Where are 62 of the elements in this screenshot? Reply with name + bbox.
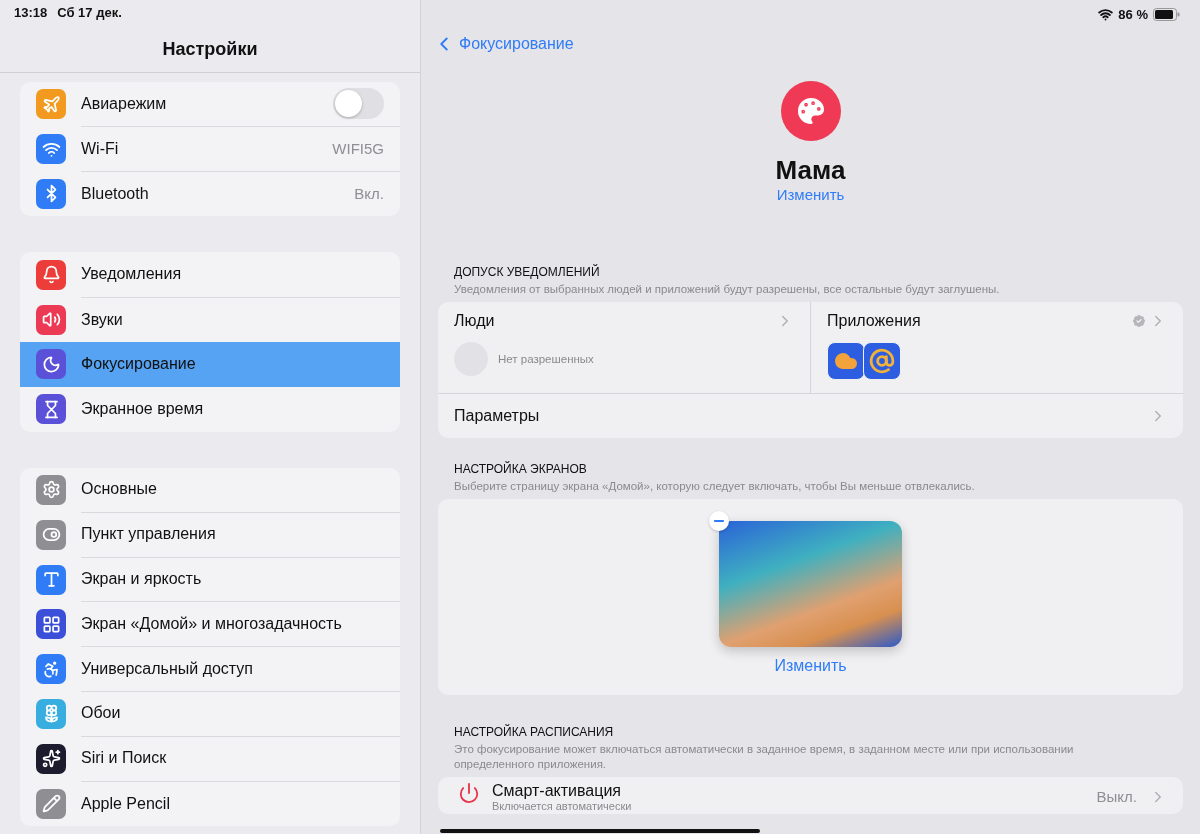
sidebar-item[interactable]: Wi-Fi WIFI5G (20, 126, 400, 172)
sidebar-title: Настройки (161, 39, 259, 60)
row-title: Смарт-активация (492, 782, 622, 800)
sidebar-item[interactable]: Экран «Домой» и многозадачность (20, 601, 400, 647)
people-empty: Нет разрешенных (498, 353, 594, 365)
remove-icon[interactable] (709, 511, 729, 531)
item-label: Экран и яркость (81, 570, 202, 589)
item-label: Wi-Fi (81, 139, 119, 158)
section-header: НАСТРОЙКА ЭКРАНОВ (453, 462, 588, 476)
options-row[interactable]: Параметры (438, 394, 1183, 438)
item-label: Siri и Поиск (81, 749, 167, 768)
sidebar-item[interactable]: Siri и Поиск (20, 736, 400, 782)
badge-check-icon (1131, 313, 1147, 329)
sidebar-item[interactable]: Авиарежим (20, 82, 400, 127)
focus-name: Мама (775, 155, 846, 186)
item-label: Пункт управления (81, 525, 216, 544)
sidebar-item[interactable]: Основные (20, 467, 400, 513)
battery-icon (1153, 7, 1180, 21)
section-description: Это фокусирование может включаться автоматически в заданное время, в заданном месте или при использовании определенного приложения. (453, 742, 1075, 772)
section-description: Выберите страницу экрана «Домой», которую следует включать, чтобы Вы меньше отвлекались. (453, 479, 976, 494)
sidebar-item[interactable]: Уведомления (20, 252, 400, 298)
sidebar-item[interactable]: Фокусирование (20, 342, 400, 387)
home-screen-preview[interactable] (719, 521, 902, 647)
row-subtitle: Включается автоматически (492, 800, 633, 812)
row-value: Выкл. (1096, 788, 1137, 805)
at-sign-app-icon (863, 342, 901, 380)
item-label: Универсальный доступ (81, 659, 254, 678)
toggle-switch[interactable] (333, 88, 384, 120)
item-value: WIFI5G (332, 140, 384, 158)
battery-percent: 86 % (1118, 6, 1148, 22)
item-label: Экран «Домой» и многозадачность (81, 614, 342, 633)
item-label: Уведомления (81, 265, 182, 284)
apps-label[interactable]: Приложения (827, 312, 921, 330)
sidebar-item[interactable]: Обои (20, 691, 400, 737)
wifi-icon (1098, 6, 1114, 22)
status-time: 13:18 (14, 5, 48, 22)
item-label: Авиарежим (81, 94, 167, 113)
item-label: Bluetooth (81, 185, 149, 203)
sidebar-item[interactable]: Пункт управления (20, 512, 400, 558)
sidebar-item[interactable]: Экранное время (20, 386, 400, 432)
sidebar-item[interactable]: Bluetooth Вкл. (20, 171, 400, 217)
item-label: Звуки (81, 310, 123, 329)
section-description: Уведомления от выбранных людей и приложений будут разрешены, все остальные будут заглушены. (453, 282, 1001, 297)
schedule-row[interactable]: Смарт-активация Включается автоматически Выкл. (438, 777, 1183, 814)
edit-link[interactable]: Изменить (774, 657, 847, 675)
item-label: Фокусирование (81, 355, 196, 374)
item-label: Основные (81, 480, 157, 499)
power-icon (458, 782, 480, 804)
item-label: Экранное время (81, 400, 204, 419)
section-header: НАСТРОЙКА РАСПИСАНИЯ (453, 725, 615, 739)
cloud-app-icon (827, 342, 865, 380)
item-value: Вкл. (354, 185, 384, 203)
item-label: Apple Pencil (81, 794, 170, 813)
section-header: ДОПУСК УВЕДОМЛЕНИЙ (453, 265, 601, 279)
sidebar-item[interactable]: Универсальный доступ (20, 646, 400, 692)
sidebar-item[interactable]: Звуки (20, 297, 400, 342)
sidebar-item[interactable]: Экран и яркость (20, 557, 400, 602)
status-date: Сб 17 дек. (57, 5, 122, 22)
sidebar-item[interactable]: Apple Pencil (20, 781, 400, 826)
options-label: Параметры (454, 407, 540, 425)
people-label[interactable]: Люди (454, 312, 495, 330)
item-label: Обои (81, 704, 121, 723)
